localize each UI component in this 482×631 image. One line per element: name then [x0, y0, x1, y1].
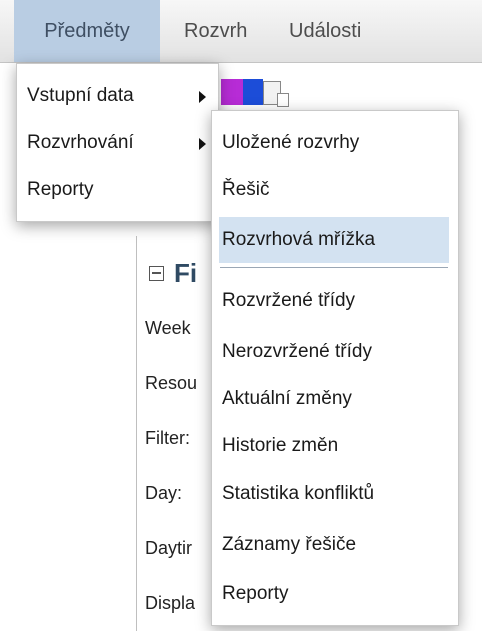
white-block-icon [277, 93, 289, 107]
menu-item-label: Rozvrhování [27, 132, 134, 153]
filter-label-display: Displa [145, 593, 196, 613]
menubar-item-predmety[interactable]: Předměty [14, 0, 160, 62]
toolbar-color-icons [221, 79, 289, 109]
filter-title: Fi [174, 257, 198, 288]
menubar-item-udalosti[interactable]: Události [289, 0, 361, 62]
menubar-item-rozvrh[interactable]: Rozvrh [184, 0, 247, 62]
predmety-dropdown-menu: Vstupní data Rozvrhování Reporty [16, 63, 219, 222]
collapse-minus-icon[interactable] [149, 265, 164, 281]
menu-item-rozvrhova-mrizka[interactable]: Rozvrhová mřížka [219, 217, 449, 263]
menu-item-resic[interactable]: Řešič [212, 167, 458, 213]
chevron-right-icon [199, 138, 206, 150]
rozvrhovani-submenu: Uložené rozvrhy Řešič Rozvrhová mřížka R… [211, 110, 459, 626]
menu-item-statistika-konfliktu[interactable]: Statistika konfliktů [212, 471, 458, 517]
chevron-right-icon [199, 91, 206, 103]
menu-item-nerozvrzene-tridy[interactable]: Nerozvržené třídy [212, 329, 458, 375]
filter-label-day: Day: [145, 483, 183, 503]
filter-header[interactable]: Fi [149, 258, 197, 288]
top-menu-bar: Předměty Rozvrh Události [0, 0, 482, 63]
menu-item-reporty[interactable]: Reporty [17, 167, 218, 213]
menu-item-label: Vstupní data [27, 85, 134, 106]
menu-item-ulozene-rozvrhy[interactable]: Uložené rozvrhy [212, 120, 458, 166]
menu-item-reporty-2[interactable]: Reporty [212, 571, 458, 617]
filter-label-filter: Filter: [145, 428, 190, 448]
menu-item-historie-zmen[interactable]: Historie změn [212, 423, 458, 469]
filter-label-daytime: Daytir [145, 538, 193, 558]
menu-item-aktualni-zmeny[interactable]: Aktuální změny [212, 376, 458, 422]
menu-item-label: Reporty [27, 179, 94, 200]
purple-block-icon [221, 79, 243, 105]
blue-block-icon [243, 79, 263, 105]
filter-label-week: Week [145, 318, 191, 338]
menu-item-rozvrhovani[interactable]: Rozvrhování [17, 120, 218, 166]
menu-item-vstupni-data[interactable]: Vstupní data [17, 73, 218, 119]
menu-item-rozvrzene-tridy[interactable]: Rozvržené třídy [212, 278, 458, 324]
menu-item-zaznamy-resice[interactable]: Záznamy řešiče [212, 522, 458, 568]
filter-label-resource: Resou [145, 373, 198, 393]
menu-separator [220, 267, 448, 268]
